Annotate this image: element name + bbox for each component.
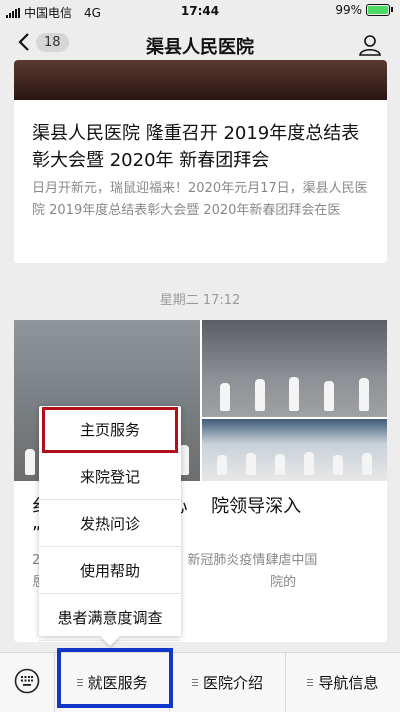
menu-item-fever-consult[interactable]: 发热问诊 bbox=[39, 500, 181, 547]
highlight-box-blue bbox=[57, 648, 173, 708]
menu-item-visit-registration[interactable]: 来院登记 bbox=[39, 453, 181, 500]
person-icon bbox=[358, 35, 382, 60]
menu-lines-icon bbox=[191, 677, 198, 688]
article-summary: 日月开新元，瑞鼠迎福来！2020年元月17日，渠县人民医院 2019年度总结表彰… bbox=[32, 181, 368, 218]
keyboard-toggle-button[interactable] bbox=[0, 653, 55, 712]
article-card-1[interactable]: 渠县人民医院 隆重召开 2019年度总结表彰大会暨 2020年 新春团拜会 日月… bbox=[14, 60, 387, 263]
menu-item-help[interactable]: 使用帮助 bbox=[39, 547, 181, 594]
highlight-box-red bbox=[42, 407, 178, 453]
battery-percent: 99% bbox=[335, 3, 362, 17]
profile-button[interactable] bbox=[358, 34, 382, 60]
photo-hospital-hall bbox=[202, 320, 387, 417]
tab-navigation-info[interactable]: 导航信息 bbox=[286, 653, 400, 712]
message-timestamp: 星期二 17:12 bbox=[159, 293, 241, 308]
photo-staff-group bbox=[202, 419, 387, 481]
tab-label: 导航信息 bbox=[318, 674, 379, 692]
menu-lines-icon bbox=[307, 677, 314, 688]
battery-icon bbox=[366, 4, 393, 16]
status-right: 99% bbox=[335, 3, 393, 17]
tab-label: 医院介绍 bbox=[202, 674, 263, 692]
tab-hospital-intro[interactable]: 医院介绍 bbox=[170, 653, 286, 712]
page-title: 渠县人民医院 bbox=[146, 37, 254, 58]
article-cover-image bbox=[14, 60, 387, 100]
keyboard-icon bbox=[14, 668, 40, 698]
article-title: 渠县人民医院 隆重召开 2019年度总结表彰大会暨 2020年 新春团拜会 bbox=[32, 123, 360, 171]
status-bar: 中国电信 4G 17:44 99% bbox=[0, 0, 400, 22]
